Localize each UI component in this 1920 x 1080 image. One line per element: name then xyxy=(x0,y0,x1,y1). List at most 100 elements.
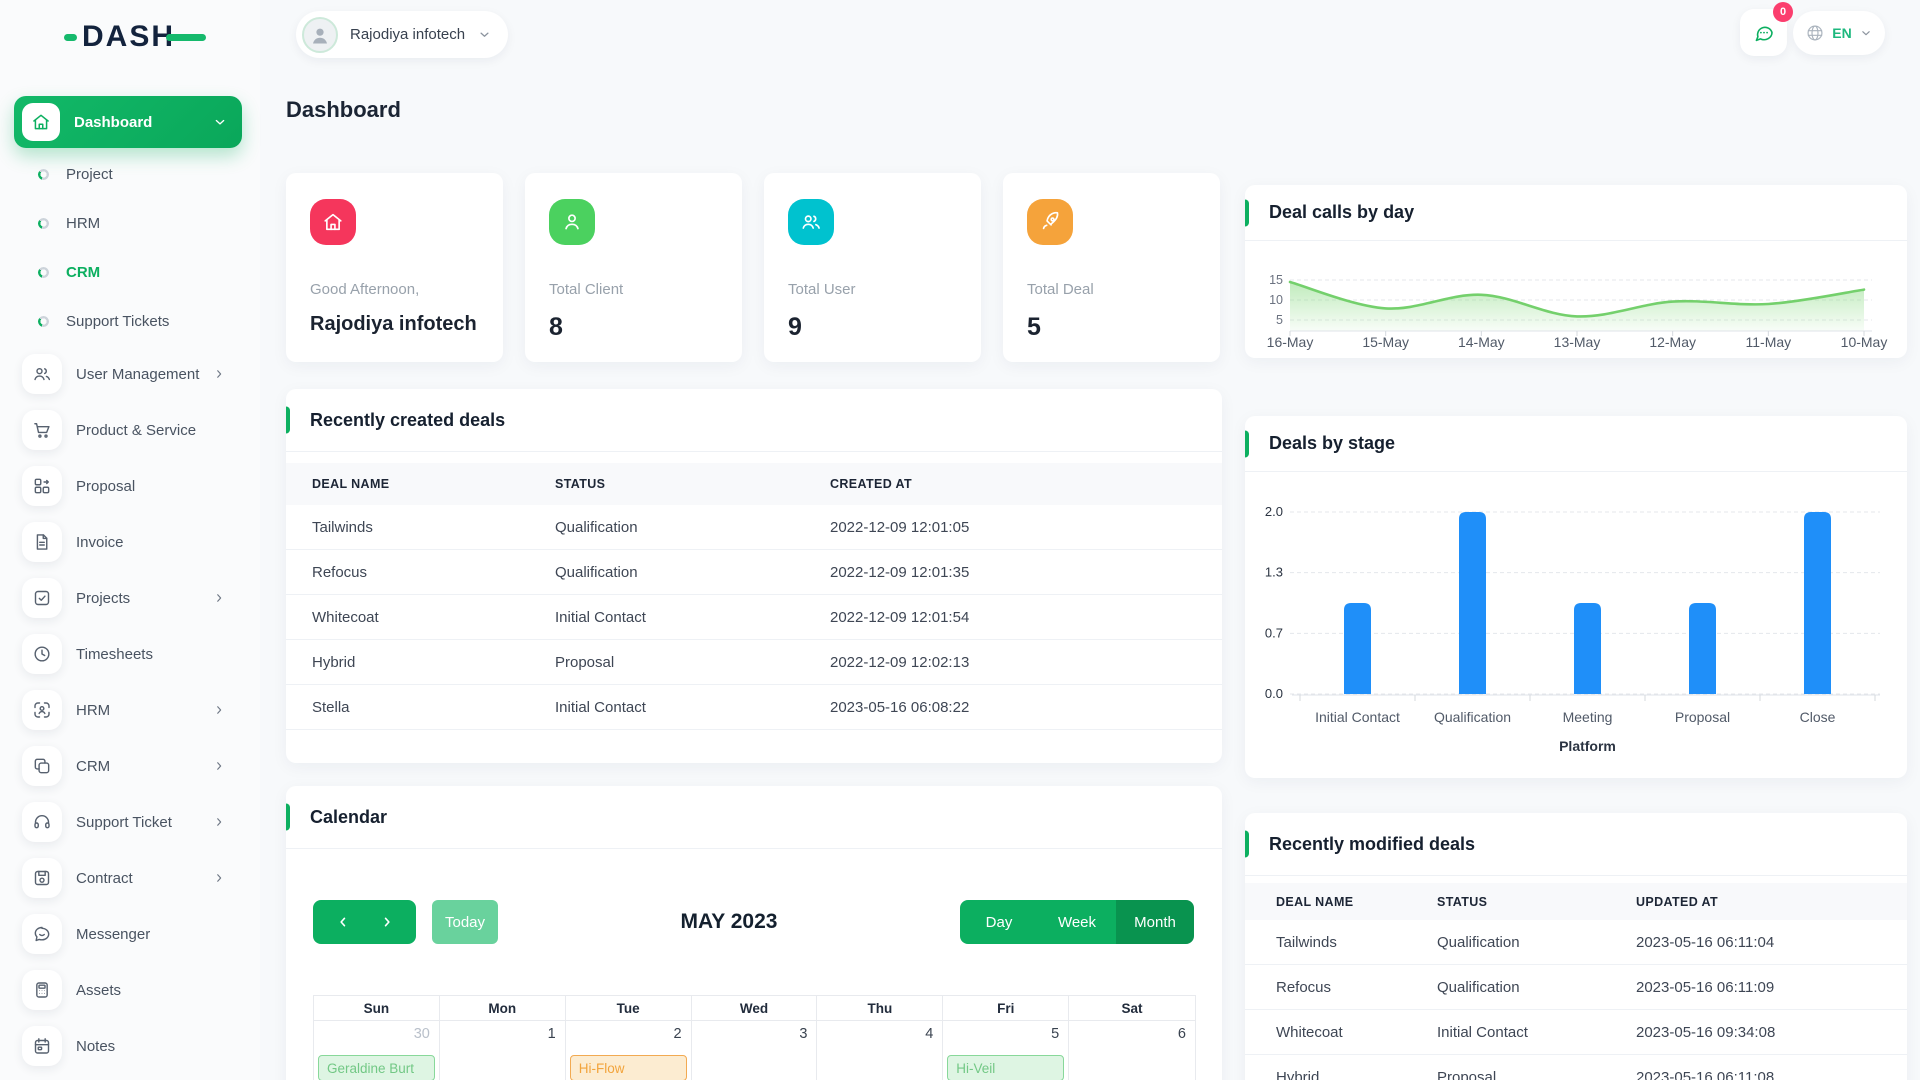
calendar-day-cell[interactable]: 4 xyxy=(817,1021,944,1080)
person-fill-icon xyxy=(313,28,327,43)
sidebar-sub-item-crm[interactable]: CRM xyxy=(0,248,260,297)
user-icon xyxy=(565,214,579,230)
sidebar-item-timesheets[interactable]: Timesheets xyxy=(0,626,260,682)
table-row[interactable]: Whitecoat Initial Contact 2023-05-16 09:34… xyxy=(1245,1010,1907,1055)
table-cell: 2022-12-09 12:01:54 xyxy=(830,608,970,626)
chevron-left-icon[interactable] xyxy=(335,914,351,930)
stat-value: 5 xyxy=(1027,313,1041,341)
accent-bar xyxy=(1245,830,1249,858)
chevron-right-icon xyxy=(217,762,222,770)
sidebar-item-dashboard[interactable]: Dashboard xyxy=(14,96,242,148)
users-icon xyxy=(34,367,51,381)
sidebar-item-label: Dashboard xyxy=(74,113,153,131)
logo-dash-icon xyxy=(64,33,77,41)
accent-bar xyxy=(1245,199,1249,226)
chevron-left-icon xyxy=(339,917,345,927)
calendar-day-cell[interactable]: 2 Hi-Flow xyxy=(566,1021,692,1080)
calendar-event[interactable]: Hi-Flow xyxy=(569,1055,687,1080)
calendar-prev-next-buttons[interactable] xyxy=(313,900,416,944)
table-row[interactable]: Hybrid Proposal 2023-05-16 06:11:08 xyxy=(1245,1055,1907,1080)
company-selector[interactable]: Rajodiya infotech xyxy=(296,11,509,58)
stat-label: Good Afternoon, xyxy=(310,281,420,298)
sidebar-item-crm[interactable]: CRM xyxy=(0,738,260,794)
rocket-icon xyxy=(1042,211,1059,230)
sidebar-item-contract[interactable]: Contract xyxy=(0,850,260,906)
sidebar-item-projects[interactable]: Projects xyxy=(0,570,260,626)
sidebar-item-label: Product & Service xyxy=(76,421,197,439)
svg-text:10: 10 xyxy=(1269,293,1283,307)
sidebar-item-proposal[interactable]: Proposal xyxy=(0,458,260,514)
table-row[interactable]: Stella Initial Contact 2023-05-16 06:08:22 xyxy=(286,685,1222,730)
chevron-right-icon xyxy=(217,818,222,826)
svg-text:Qualification: Qualification xyxy=(1434,709,1511,725)
table-row[interactable]: Refocus Qualification 2022-12-09 12:01:35 xyxy=(286,550,1222,595)
table-cell: Refocus xyxy=(312,563,368,581)
sidebar-item-messenger[interactable]: Messenger xyxy=(0,906,260,962)
calendar-month-title: MAY 2023 xyxy=(680,910,778,933)
calendar-event[interactable]: Hi-Veil xyxy=(947,1055,1065,1080)
calendar-day-cell[interactable]: 6 xyxy=(1069,1021,1195,1080)
calendar-day-cell[interactable]: 30 Geraldine Burt xyxy=(314,1021,440,1080)
svg-text:13-May: 13-May xyxy=(1554,334,1601,350)
sidebar-item-label: Project xyxy=(66,166,113,183)
chevron-down-icon xyxy=(480,32,489,37)
calendar-grid: Sun Mon Tue Wed Thu Fri Sat 30 Geraldine Burt 1 2… xyxy=(313,995,1196,1080)
language-code: EN xyxy=(1832,25,1852,41)
table-cell: Whitecoat xyxy=(312,608,379,626)
sidebar-item-user-management[interactable]: User Management xyxy=(0,346,260,402)
sidebar-sub-item-project[interactable]: Project xyxy=(0,150,260,199)
table-row[interactable]: Refocus Qualification 2023-05-16 06:11:09 xyxy=(1245,965,1907,1010)
calendar-view-month[interactable]: Month xyxy=(1116,900,1194,944)
table-cell: Whitecoat xyxy=(1276,1023,1343,1041)
calendar-day-header: Mon xyxy=(439,996,566,1021)
proposal-icon xyxy=(34,478,50,494)
crm-dashboard-app: DASH Dashboard Project HRM CRM Support T… xyxy=(0,0,1920,1080)
card-title: Deals by stage xyxy=(1269,433,1396,453)
calendar-view-day[interactable]: Day xyxy=(960,900,1038,944)
messenger-icon xyxy=(34,926,50,942)
sidebar-item-hrm[interactable]: HRM xyxy=(0,682,260,738)
column-header: DEAL NAME xyxy=(1276,894,1354,909)
chevron-right-icon xyxy=(384,917,390,927)
table-row[interactable]: Tailwinds Qualification 2022-12-09 12:01:0… xyxy=(286,505,1222,550)
app-logo[interactable]: DASH xyxy=(64,20,207,54)
left-column: Good Afternoon, Rajodiya infotech Total … xyxy=(286,173,1222,1080)
sidebar-item-invoice[interactable]: Invoice xyxy=(0,514,260,570)
calendar-day-cell[interactable]: 1 xyxy=(440,1021,566,1080)
globe-icon xyxy=(1807,25,1823,41)
table-row[interactable]: Tailwinds Qualification 2023-05-16 06:11:0… xyxy=(1245,920,1907,965)
today-button[interactable]: Today xyxy=(432,900,498,944)
invoice-icon xyxy=(36,534,48,550)
chevron-right-icon[interactable] xyxy=(379,914,395,930)
table-cell: 2023-05-16 06:08:22 xyxy=(830,698,970,716)
table-cell: Refocus xyxy=(1276,978,1332,996)
sidebar-item-product-service[interactable]: Product & Service xyxy=(0,402,260,458)
assets-icon xyxy=(36,982,48,998)
accent-bar xyxy=(286,406,290,434)
calendar-event[interactable]: Geraldine Burt xyxy=(318,1055,435,1080)
chevron-right-icon xyxy=(217,706,222,714)
sidebar-sub-item-support-tickets[interactable]: Support Tickets xyxy=(0,297,260,346)
table-cell: Qualification xyxy=(1437,978,1520,996)
sidebar-sub-item-hrm[interactable]: HRM xyxy=(0,199,260,248)
sidebar-item-label: User Management xyxy=(76,365,200,383)
sidebar-item-assets[interactable]: Assets xyxy=(0,962,260,1018)
deal-calls-by-day-card: Deal calls by day 15 10 5 16-May 15-May 14-Ma… xyxy=(1245,185,1907,358)
bullet-icon xyxy=(38,169,49,180)
sidebar-item-support-ticket[interactable]: Support Ticket xyxy=(0,794,260,850)
language-selector[interactable]: EN xyxy=(1793,11,1885,55)
table-row[interactable]: Whitecoat Initial Contact 2022-12-09 12:01… xyxy=(286,595,1222,640)
messages-button[interactable]: 0 xyxy=(1740,2,1793,56)
logo-text: DASH xyxy=(82,20,176,53)
home-icon xyxy=(22,103,60,141)
calendar-day-cell[interactable]: 3 xyxy=(692,1021,818,1080)
recently-modified-deals-table: DEAL NAME STATUS UPDATED AT Tailwinds Qualif… xyxy=(1245,883,1907,1080)
sidebar-item-notes[interactable]: Notes xyxy=(0,1018,260,1074)
chevron-down-icon xyxy=(215,119,225,125)
table-cell: 2022-12-09 12:02:13 xyxy=(830,653,970,671)
sidebar-item-label: Projects xyxy=(76,589,131,607)
calendar-day-header: Tue xyxy=(565,996,692,1021)
table-row[interactable]: Hybrid Proposal 2022-12-09 12:02:13 xyxy=(286,640,1222,685)
calendar-view-week[interactable]: Week xyxy=(1038,900,1116,944)
calendar-day-cell[interactable]: 5 Hi-Veil xyxy=(943,1021,1070,1080)
